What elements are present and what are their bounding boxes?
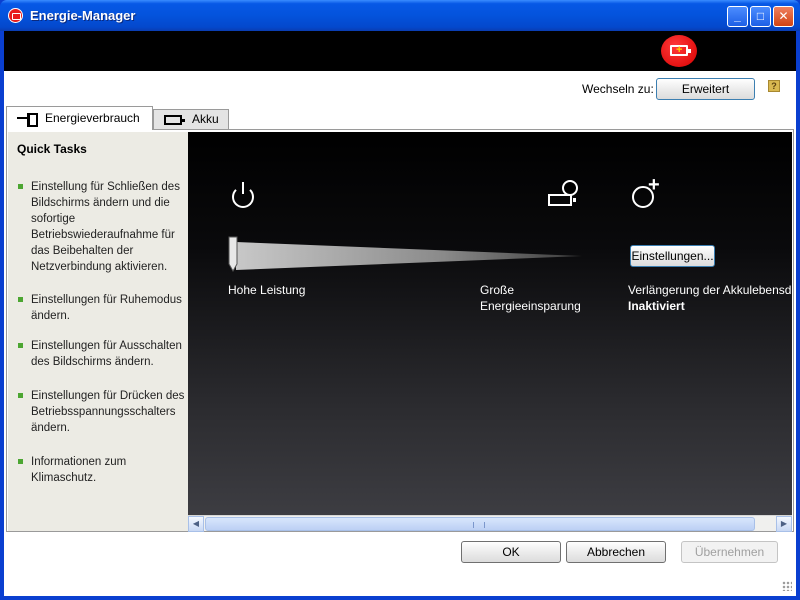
- battery-charging-icon: +: [661, 35, 697, 67]
- client-area: + Wechseln zu: Erweitert ? Energieverbra…: [4, 31, 796, 596]
- app-battery-icon: [8, 8, 23, 23]
- tab-energy-consumption[interactable]: Energieverbrauch: [6, 106, 153, 130]
- quick-tasks-panel: Quick Tasks Einstellung für Schließen de…: [8, 132, 188, 531]
- title-bar[interactable]: Energie-Manager _ □ ✕: [0, 0, 800, 31]
- bullet-icon: [18, 459, 23, 464]
- settings-button[interactable]: Einstellungen...: [630, 245, 715, 267]
- window: Energie-Manager _ □ ✕ + Wechseln zu: Erw…: [0, 0, 800, 600]
- quick-task-link[interactable]: Einstellung für Schließen des Bildschirm…: [17, 179, 187, 275]
- resize-grip-icon[interactable]: [782, 581, 792, 591]
- bullet-icon: [18, 393, 23, 398]
- tab-label: Energieverbrauch: [45, 111, 140, 125]
- scroll-right-icon[interactable]: ▶: [776, 516, 792, 532]
- close-button[interactable]: ✕: [773, 6, 794, 27]
- power-plan-panel: + Hohe Leistung Große Energieeinsparung …: [188, 132, 792, 515]
- cancel-button[interactable]: Abbrechen: [566, 541, 666, 563]
- performance-slider-track[interactable]: [236, 242, 582, 270]
- minimize-button[interactable]: _: [727, 6, 748, 27]
- grip-icon: [473, 522, 485, 528]
- bullet-icon: [18, 343, 23, 348]
- high-performance-label: Hohe Leistung: [228, 283, 306, 297]
- help-icon[interactable]: ?: [768, 80, 780, 92]
- power-icon: [232, 182, 256, 208]
- energy-saving-label-line2: Energieeinsparung: [480, 299, 581, 313]
- clock-plus-icon: +: [632, 174, 662, 210]
- quick-tasks-title: Quick Tasks: [17, 142, 87, 156]
- energy-saving-label: Große Energieeinsparung: [480, 282, 581, 314]
- bullet-icon: [18, 184, 23, 189]
- battery-icon: [164, 115, 185, 125]
- scrollbar-thumb[interactable]: [205, 517, 755, 531]
- battery-extension-label: Verlängerung der Akkulebensda: [628, 283, 792, 297]
- apply-button[interactable]: Übernehmen: [681, 541, 778, 563]
- battery-extension-status: Inaktiviert: [628, 299, 685, 313]
- horizontal-scrollbar[interactable]: ◀ ▶: [188, 515, 792, 532]
- power-plug-icon: [17, 113, 39, 127]
- quick-task-link[interactable]: Einstellungen für Drücken des Betriebssp…: [17, 388, 187, 436]
- quick-task-link[interactable]: Informationen zum Klimaschutz.: [17, 454, 187, 486]
- ok-button[interactable]: OK: [461, 541, 561, 563]
- bullet-icon: [18, 297, 23, 302]
- quick-task-link[interactable]: Einstellungen für Ausschalten des Bildsc…: [17, 338, 187, 370]
- header-banner: +: [4, 31, 796, 71]
- window-title: Energie-Manager: [30, 8, 136, 23]
- performance-slider-thumb[interactable]: [228, 236, 238, 272]
- scroll-left-icon[interactable]: ◀: [188, 516, 204, 532]
- switch-label: Wechseln zu:: [582, 82, 654, 96]
- quick-task-link[interactable]: Einstellungen für Ruhemodus ändern.: [17, 292, 187, 324]
- tab-battery[interactable]: Akku: [153, 109, 229, 129]
- maximize-button[interactable]: □: [750, 6, 771, 27]
- tab-label: Akku: [192, 112, 219, 126]
- energy-saving-label-line1: Große: [480, 283, 515, 297]
- advanced-button[interactable]: Erweitert: [656, 78, 755, 100]
- battery-clock-icon: [548, 180, 582, 210]
